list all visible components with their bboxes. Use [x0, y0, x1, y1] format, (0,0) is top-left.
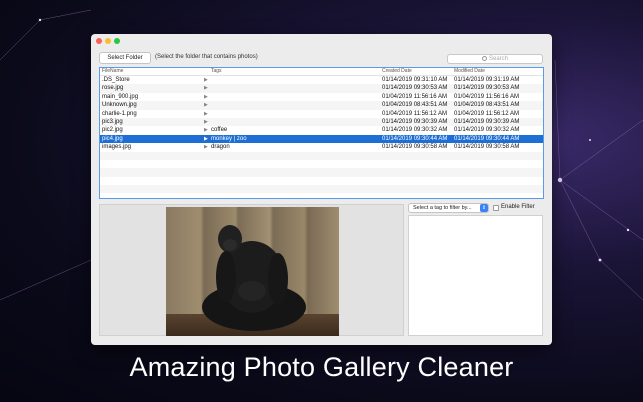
- cell-tags: monkey | zoo: [211, 135, 247, 142]
- search-placeholder: Search: [488, 56, 508, 62]
- enable-filter-label: Enable Filter: [501, 204, 535, 210]
- promo-caption: Amazing Photo Gallery Cleaner: [129, 352, 514, 382]
- close-window-button[interactable]: [96, 38, 102, 44]
- cell-created-date: 01/14/2019 09:30:39 AM: [382, 118, 448, 125]
- table-header: FileName Tags Created Date Modified Date: [100, 68, 543, 76]
- toolbar: Select Folder (Select the folder that co…: [91, 52, 552, 66]
- cell-modified-date: 01/04/2019 11:56:16 AM: [454, 93, 519, 100]
- table-row[interactable]: main_900.jpg ▶ 01/04/2019 11:56:16 AM 01/04…: [100, 93, 543, 101]
- file-table[interactable]: FileName Tags Created Date Modified Date…: [99, 67, 544, 199]
- empty-row: [100, 177, 543, 185]
- cell-filename: Unknown.jpg: [102, 102, 137, 109]
- cell-created-date: 01/14/2019 09:30:58 AM: [382, 144, 448, 151]
- cell-filename: pic3.jpg: [102, 118, 123, 125]
- cell-created-date: 01/14/2019 09:30:44 AM: [382, 135, 448, 142]
- empty-row: [100, 185, 543, 194]
- disclosure-arrow-icon[interactable]: ▶: [204, 118, 208, 126]
- cell-modified-date: 01/14/2019 09:30:58 AM: [454, 144, 520, 151]
- cell-filename: pic4.jpg: [102, 135, 123, 142]
- disclosure-arrow-icon[interactable]: ▶: [204, 126, 208, 134]
- cell-modified-date: 01/04/2019 08:43:51 AM: [454, 102, 520, 109]
- table-row[interactable]: charlie-1.png ▶ 01/04/2019 11:56:12 AM 01/0…: [100, 110, 543, 118]
- column-header-created[interactable]: Created Date: [382, 68, 412, 74]
- table-row[interactable]: .DS_Store ▶ 01/14/2019 09:31:10 AM 01/14/20…: [100, 76, 543, 84]
- table-row[interactable]: pic3.jpg ▶ 01/14/2019 09:30:39 AM 01/14/201…: [100, 117, 543, 127]
- cell-modified-date: 01/14/2019 09:30:44 AM: [454, 135, 520, 142]
- table-body: .DS_Store ▶ 01/14/2019 09:31:10 AM 01/14/20…: [100, 76, 543, 194]
- app-window: Select Folder (Select the folder that co…: [91, 34, 552, 345]
- tag-filter-placeholder: Select a tag to filter by...: [413, 205, 472, 211]
- empty-row: [100, 160, 543, 168]
- cell-created-date: 01/04/2019 11:56:12 AM: [382, 110, 447, 117]
- disclosure-arrow-icon[interactable]: ▶: [204, 101, 208, 109]
- cell-modified-date: 01/14/2019 09:31:19 AM: [454, 77, 520, 83]
- cell-tags: dragon: [211, 144, 230, 151]
- table-row[interactable]: rose.jpg ▶ 01/14/2019 09:30:53 AM 01/14/201…: [100, 84, 543, 93]
- minimize-window-button[interactable]: [105, 38, 111, 44]
- cell-created-date: 01/14/2019 09:31:10 AM: [382, 77, 448, 83]
- cell-created-date: 01/04/2019 11:56:16 AM: [382, 93, 447, 100]
- disclosure-arrow-icon[interactable]: ▶: [204, 84, 208, 92]
- cell-filename: pic2.jpg: [102, 127, 123, 134]
- empty-row: [100, 151, 543, 160]
- enable-filter-checkbox[interactable]: [493, 205, 499, 211]
- table-row[interactable]: pic2.jpg ▶ coffee 01/14/2019 09:30:32 AM 01/…: [100, 126, 543, 134]
- search-input[interactable]: Search: [447, 54, 543, 64]
- cell-tags: coffee: [211, 127, 228, 134]
- cell-modified-date: 01/14/2019 09:30:53 AM: [454, 85, 520, 92]
- disclosure-arrow-icon[interactable]: ▶: [204, 76, 208, 84]
- cell-filename: images.jpg: [102, 144, 132, 151]
- table-row[interactable]: Unknown.jpg ▶ 01/04/2019 08:43:51 AM 01/04/…: [100, 101, 543, 110]
- folder-hint-text: (Select the folder that contains photos): [155, 54, 258, 60]
- select-folder-button[interactable]: Select Folder: [99, 52, 151, 64]
- cell-filename: rose.jpg: [102, 85, 124, 92]
- cell-created-date: 01/04/2019 08:43:51 AM: [382, 102, 448, 109]
- table-row[interactable]: images.jpg ▶ dragon 01/14/2019 09:30:58 AM 0…: [100, 143, 543, 151]
- column-header-filename[interactable]: FileName: [102, 68, 123, 74]
- cell-modified-date: 01/04/2019 11:56:12 AM: [454, 110, 519, 117]
- tag-filter-select[interactable]: Select a tag to filter by... ⇕: [408, 203, 489, 213]
- cell-modified-date: 01/14/2019 09:30:32 AM: [454, 127, 520, 134]
- title-bar: [91, 34, 552, 48]
- chevron-updown-icon: ⇕: [480, 204, 488, 212]
- image-preview-pane: [99, 204, 404, 336]
- tag-list[interactable]: [408, 215, 543, 336]
- gorilla-photo: [166, 207, 339, 336]
- disclosure-arrow-icon[interactable]: ▶: [204, 93, 208, 101]
- table-row[interactable]: pic4.jpg ▶ monkey | zoo 01/14/2019 09:30:44…: [100, 134, 543, 144]
- maximize-window-button[interactable]: [114, 38, 120, 44]
- column-header-tags[interactable]: Tags: [211, 68, 222, 74]
- search-icon: [481, 56, 487, 61]
- disclosure-arrow-icon[interactable]: ▶: [204, 143, 208, 151]
- cell-filename: .DS_Store: [102, 77, 130, 83]
- disclosure-arrow-icon[interactable]: ▶: [204, 135, 208, 143]
- cell-created-date: 01/14/2019 09:30:53 AM: [382, 85, 448, 92]
- column-header-modified[interactable]: Modified Date: [454, 68, 485, 74]
- cell-filename: charlie-1.png: [102, 110, 137, 117]
- cell-created-date: 01/14/2019 09:30:32 AM: [382, 127, 448, 134]
- disclosure-arrow-icon[interactable]: ▶: [204, 110, 208, 118]
- cell-modified-date: 01/14/2019 09:30:39 AM: [454, 118, 520, 125]
- cell-filename: main_900.jpg: [102, 93, 139, 100]
- empty-row: [100, 168, 543, 177]
- tag-filter-panel: Select a tag to filter by... ⇕ Enable Fi…: [408, 202, 544, 336]
